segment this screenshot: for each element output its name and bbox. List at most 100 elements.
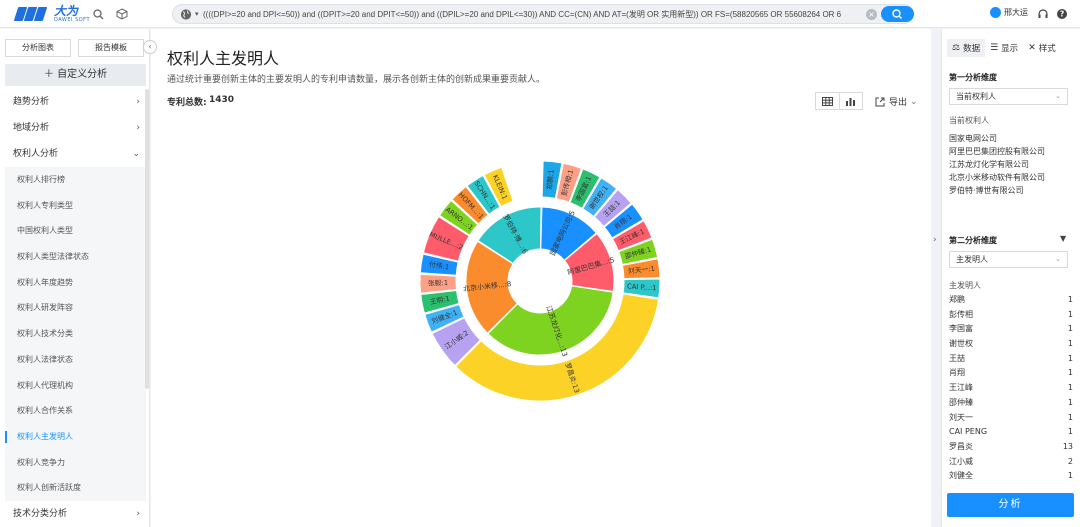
top-bar: 大为 DAWEI SOFT ▾ ((((DPI>=20 and DPI<=50)… xyxy=(0,0,1080,28)
search-query-input[interactable]: ((((DPI>=20 and DPI<=50)) and ((DPIT>=20… xyxy=(203,9,863,20)
submenu-item[interactable]: 权利人年度趋势 xyxy=(5,270,146,296)
assignee-item[interactable]: 阿里巴巴集团控股有限公司 xyxy=(949,145,1072,158)
list-item[interactable]: 邵仲臻 1 xyxy=(949,396,1073,411)
dim2-select[interactable]: 主发明人 ⌄ xyxy=(949,251,1068,268)
main-panel: 权利人主发明人 通过统计重要创新主体的主要发明人的专利申请数量，展示各创新主体的… xyxy=(151,29,937,527)
submenu-item[interactable]: 权利人代理机构 xyxy=(5,373,146,399)
list-item[interactable]: 彭传相 1 xyxy=(949,308,1073,323)
inventor-name: 邵仲臻 xyxy=(949,397,973,407)
data-icon: ⚖ xyxy=(952,43,961,53)
chevron-down-icon: ⌄ xyxy=(132,149,140,159)
list-item[interactable]: 王喆 1 xyxy=(949,352,1073,367)
headset-icon[interactable] xyxy=(1037,8,1049,20)
search-button[interactable] xyxy=(881,6,914,22)
submenu-item[interactable]: 中国权利人类型 xyxy=(5,218,146,244)
table-view-button[interactable] xyxy=(816,93,839,109)
list-item[interactable]: 肖翔 1 xyxy=(949,366,1073,381)
assignee-submenu: 权利人排行榜 权利人专利类型 中国权利人类型 权利人类型法律状态 权利人年度趋势… xyxy=(5,167,146,501)
list-item[interactable]: 刘健全 1 xyxy=(949,469,1073,484)
dim1-list: 国家电网公司 阿里巴巴集团控股有限公司 江苏龙灯化学有限公司 北京小米移动软件有… xyxy=(949,132,1072,197)
page-title: 权利人主发明人 xyxy=(167,49,280,68)
add-custom-analysis-button[interactable]: ＋ 自定义分析 xyxy=(5,64,146,86)
inventor-name: 谢世权 xyxy=(949,339,973,349)
tab-report-templates[interactable]: 报告模板 xyxy=(78,39,144,57)
assignee-item[interactable]: 江苏龙灯化学有限公司 xyxy=(949,158,1072,171)
analyze-button[interactable]: 分析 xyxy=(947,493,1074,517)
assignee-item[interactable]: 北京小米移动软件有限公司 xyxy=(949,171,1072,184)
menu-group-assignee[interactable]: 权利人分析 ⌄ xyxy=(5,141,146,167)
inventor-count: 13 xyxy=(1062,441,1073,451)
caret-down-icon[interactable]: ▼ xyxy=(1060,234,1066,243)
submenu-item[interactable]: 权利人合作关系 xyxy=(5,398,146,424)
export-icon xyxy=(875,97,885,106)
menu-group-trend[interactable]: 趋势分析 › xyxy=(5,89,146,115)
left-scrollbar[interactable] xyxy=(145,89,149,389)
menu-group-label: 趋势分析 xyxy=(13,97,50,107)
cube-icon[interactable] xyxy=(116,8,128,20)
expand-right-icon[interactable]: › xyxy=(933,235,937,245)
tab-display[interactable]: ☰ 显示 xyxy=(985,39,1023,57)
inventor-count: 1 xyxy=(1067,295,1073,304)
inventor-count: 1 xyxy=(1067,397,1073,407)
menu-group-tech-class[interactable]: 技术分类分析 › xyxy=(5,501,146,527)
sunburst-chart[interactable]: 国家电网公司:5阿里巴巴集...:5江苏龙灯化...:13北京小米移...:8罗… xyxy=(151,119,931,519)
outer-segment-label: 张毅:1 xyxy=(428,278,448,287)
collapse-left-button[interactable]: ‹ xyxy=(143,40,157,54)
assignee-item[interactable]: 国家电网公司 xyxy=(949,132,1072,145)
table-icon xyxy=(821,96,833,106)
submenu-item[interactable]: 权利人研发阵容 xyxy=(5,295,146,321)
submenu-item[interactable]: 权利人排行榜 xyxy=(5,167,146,193)
help-icon[interactable]: ? xyxy=(1056,8,1068,20)
sliders-icon: ☰ xyxy=(990,43,999,53)
list-item[interactable]: 李国富 1 xyxy=(949,322,1073,337)
analysis-menu: 趋势分析 › 地域分析 › 权利人分析 ⌄ 权利人排行榜 权利人专利类型 中国权… xyxy=(5,89,146,527)
list-item[interactable]: 王江峰 1 xyxy=(949,381,1073,396)
plus-icon: ＋ xyxy=(43,69,54,80)
globe-icon[interactable] xyxy=(179,8,193,21)
clear-search-button[interactable]: × xyxy=(866,9,877,20)
export-button[interactable]: 导出 ⌄ xyxy=(875,95,918,108)
chart-view-button[interactable] xyxy=(838,93,863,109)
menu-group-region[interactable]: 地域分析 › xyxy=(5,115,146,141)
list-item[interactable]: CAI PENG 1 xyxy=(949,425,1073,440)
dim1-list-title: 当前权利人 xyxy=(949,116,989,125)
inventor-name: 彭传相 xyxy=(949,309,973,319)
list-item[interactable]: 刘天一 1 xyxy=(949,411,1073,426)
tab-style[interactable]: ✕ 样式 xyxy=(1023,39,1061,57)
inventor-count: 1 xyxy=(1067,427,1073,437)
settings-panel: ⚖ 数据 ☰ 显示 ✕ 样式 第一分析维度 当前权利人 ⌄ 当前权利人 国家电网… xyxy=(941,29,1080,527)
submenu-item[interactable]: 权利人专利类型 xyxy=(5,193,146,219)
region-caret-icon[interactable]: ▾ xyxy=(195,10,199,18)
logo-text-cn: 大为 xyxy=(54,4,79,18)
list-item[interactable]: 罗昌炎 13 xyxy=(949,440,1073,455)
submenu-item-active[interactable]: 权利人主发明人 xyxy=(5,424,146,450)
list-item[interactable]: 江小威 2 xyxy=(949,455,1073,470)
submenu-item[interactable]: 权利人类型法律状态 xyxy=(5,244,146,270)
list-item[interactable]: 郑鹏 1 xyxy=(949,293,1073,308)
logo-mark-icon xyxy=(13,5,52,23)
menu-group-label: 技术分类分析 xyxy=(13,508,68,519)
search-icon xyxy=(892,9,902,19)
search-bar[interactable]: ▾ ((((DPI>=20 and DPI<=50)) and ((DPIT>=… xyxy=(172,4,914,24)
dim2-list-title: 主发明人 xyxy=(949,281,981,290)
inventor-count: 1 xyxy=(1067,324,1073,334)
app-logo[interactable]: 大为 DAWEI SOFT xyxy=(13,4,90,24)
tab-analysis-charts[interactable]: 分析图表 xyxy=(5,39,71,57)
dim1-select[interactable]: 当前权利人 ⌄ xyxy=(949,88,1068,105)
inventor-name: 王江峰 xyxy=(949,383,973,393)
list-item[interactable]: 谢世权 1 xyxy=(949,337,1073,352)
submenu-item[interactable]: 权利人法律状态 xyxy=(5,347,146,373)
menu-group-label: 地域分析 xyxy=(13,123,50,133)
assignee-item[interactable]: 罗伯特·博世有限公司 xyxy=(949,184,1072,197)
user-menu[interactable]: 邢大运 xyxy=(990,7,1028,18)
dim1-select-value: 当前权利人 xyxy=(956,92,996,101)
submenu-item[interactable]: 权利人技术分类 xyxy=(5,321,146,347)
submenu-item[interactable]: 权利人创新活跃度 xyxy=(5,475,146,501)
view-toggle xyxy=(815,92,863,110)
tab-data[interactable]: ⚖ 数据 xyxy=(947,39,986,57)
submenu-item[interactable]: 权利人竞争力 xyxy=(5,450,146,476)
scan-search-icon[interactable] xyxy=(92,8,104,20)
inventor-count: 1 xyxy=(1067,353,1073,363)
total-value: 1430 xyxy=(209,95,235,105)
add-custom-analysis-label: 自定义分析 xyxy=(57,69,108,80)
